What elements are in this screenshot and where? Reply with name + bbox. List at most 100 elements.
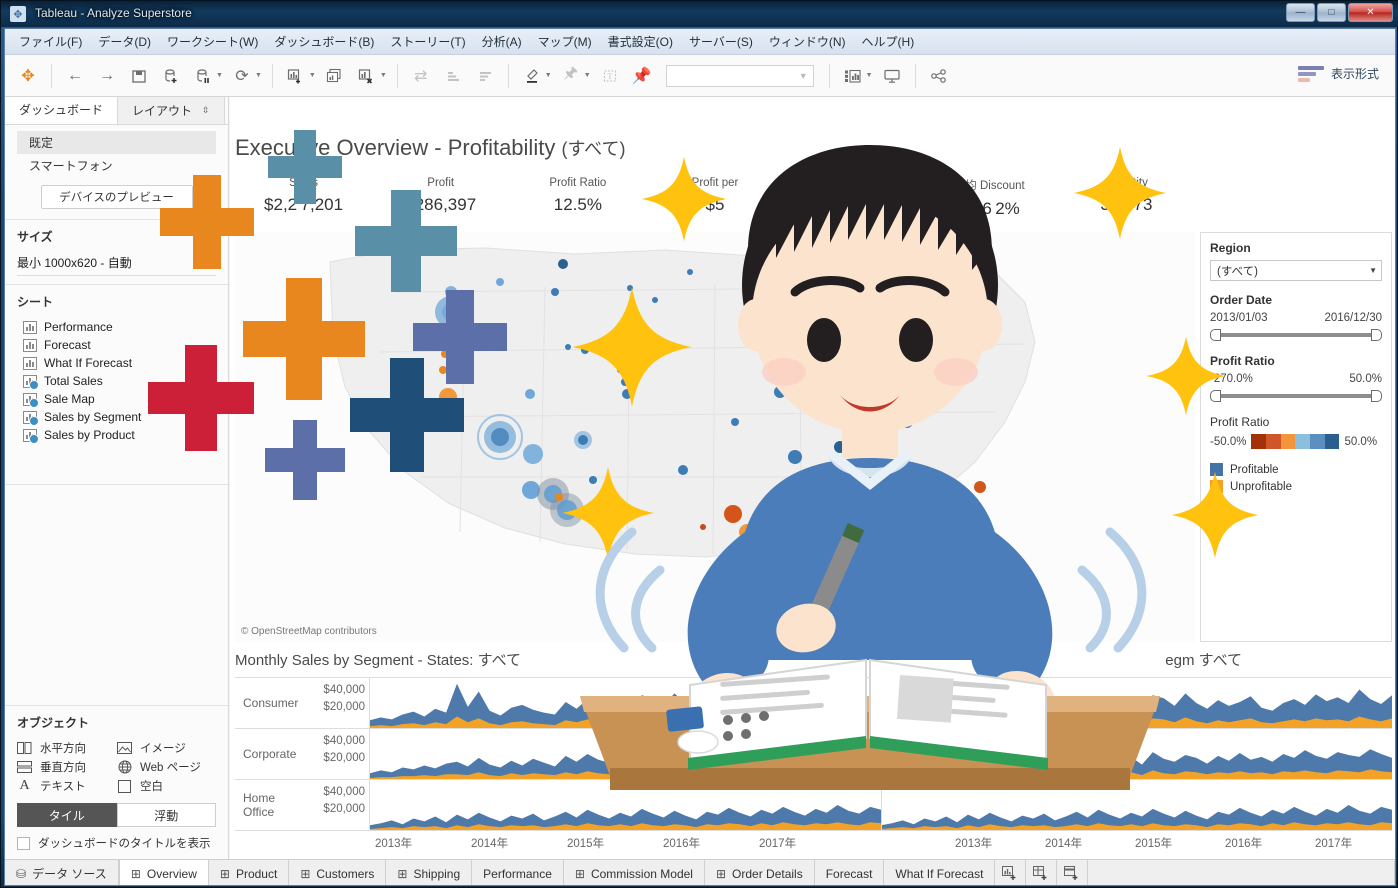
refresh-chevron-down-icon[interactable]: ▼ bbox=[255, 72, 262, 79]
fix-axes-icon[interactable]: 📌 bbox=[629, 63, 655, 89]
swap-axes-icon[interactable]: ⇄ bbox=[408, 63, 434, 89]
slider-handle-right[interactable] bbox=[1371, 329, 1382, 341]
segment-plot[interactable] bbox=[370, 678, 1392, 728]
clear-sheet-chevron-down-icon[interactable]: ▼ bbox=[380, 72, 387, 79]
menu-analysis[interactable]: 分析(A) bbox=[474, 29, 530, 54]
new-dashboard-button[interactable] bbox=[1026, 860, 1058, 885]
device-row-default[interactable]: 既定 bbox=[17, 131, 216, 154]
mode-floating-button[interactable]: 浮動 bbox=[116, 803, 216, 827]
profit-ratio-color-legend[interactable]: -50.0% 50.0% bbox=[1210, 434, 1382, 449]
tab-performance[interactable]: Performance bbox=[472, 860, 564, 885]
menu-map[interactable]: マップ(M) bbox=[530, 29, 600, 54]
show-dashboard-title-checkbox[interactable] bbox=[17, 836, 30, 850]
legend-profitable[interactable]: Profitable bbox=[1210, 463, 1382, 476]
tab-order-details[interactable]: ⊞ Order Details bbox=[704, 860, 815, 885]
text-label-icon[interactable]: T bbox=[597, 63, 623, 89]
tab-customers[interactable]: ⊞ Customers bbox=[289, 860, 387, 885]
menu-worksheet[interactable]: ワークシート(W) bbox=[159, 29, 266, 54]
menu-format[interactable]: 書式設定(O) bbox=[600, 29, 681, 54]
tab-data-source[interactable]: ⛁ データ ソース bbox=[5, 860, 120, 885]
attachment-chevron-down-icon[interactable]: ▼ bbox=[584, 72, 591, 79]
presentation-mode-icon[interactable] bbox=[879, 63, 905, 89]
region-filter-select[interactable]: (すべて) ▼ bbox=[1210, 260, 1382, 281]
segment-plot[interactable] bbox=[370, 780, 1392, 830]
slider-handle-left[interactable] bbox=[1210, 390, 1221, 402]
sort-ascending-icon[interactable] bbox=[440, 63, 466, 89]
zoom-combo[interactable]: ▼ bbox=[665, 64, 814, 87]
tab-shipping[interactable]: ⊞ Shipping bbox=[386, 860, 473, 885]
object-text[interactable]: A テキスト bbox=[17, 778, 117, 794]
object-image[interactable]: イメージ bbox=[117, 740, 217, 756]
forward-icon[interactable]: → bbox=[94, 63, 120, 89]
segment-plot[interactable] bbox=[370, 729, 1392, 779]
menu-story[interactable]: ストーリー(T) bbox=[382, 29, 473, 54]
object-webpage[interactable]: Web ページ bbox=[117, 759, 217, 775]
kpi-avg-discount[interactable]: 平均 Discount 15.6 2% bbox=[921, 177, 1058, 229]
close-button[interactable]: ✕ bbox=[1348, 3, 1393, 22]
tab-dashboard[interactable]: ダッシュボード bbox=[5, 97, 118, 124]
show-dashboard-title-row[interactable]: ダッシュボードのタイトルを表示 bbox=[17, 835, 216, 851]
clear-sheet-icon[interactable] bbox=[354, 63, 380, 89]
tab-layout[interactable]: レイアウト ⇳ bbox=[117, 97, 225, 124]
tableau-home-icon[interactable]: ✥ bbox=[15, 63, 41, 89]
device-preview-button[interactable]: デバイスのプレビュー bbox=[40, 185, 193, 209]
device-row-phone[interactable]: スマートフォン bbox=[17, 154, 216, 177]
show-me-button[interactable]: 表示形式 bbox=[1297, 65, 1379, 82]
new-worksheet-icon[interactable] bbox=[283, 63, 309, 89]
highlight-chevron-down-icon[interactable]: ▼ bbox=[545, 72, 552, 79]
sheet-item-sales-by-segment[interactable]: Sales by Segment bbox=[17, 408, 216, 426]
save-icon[interactable] bbox=[126, 63, 152, 89]
sheet-item-total-sales[interactable]: Total Sales bbox=[17, 372, 216, 390]
tab-forecast[interactable]: Forecast bbox=[814, 860, 885, 885]
mode-tiled-button[interactable]: タイル bbox=[17, 803, 117, 827]
size-value[interactable]: 最小 1000x620 - 自動 bbox=[17, 250, 216, 276]
object-blank[interactable]: 空白 bbox=[117, 778, 217, 794]
legend-unprofitable[interactable]: Unprofitable bbox=[1210, 480, 1382, 493]
minimize-button[interactable]: — bbox=[1286, 3, 1315, 22]
order-date-slider[interactable] bbox=[1210, 328, 1382, 342]
slider-handle-right[interactable] bbox=[1371, 390, 1382, 402]
sheet-item-forecast[interactable]: Forecast bbox=[17, 336, 216, 354]
duplicate-sheet-icon[interactable] bbox=[322, 63, 348, 89]
menu-server[interactable]: サーバー(S) bbox=[681, 29, 761, 54]
menu-help[interactable]: ヘルプ(H) bbox=[854, 29, 923, 54]
back-icon[interactable]: ← bbox=[62, 63, 88, 89]
tab-product[interactable]: ⊞ Product bbox=[208, 860, 290, 885]
kpi-profit-ratio[interactable]: Profit Ratio 12.5% bbox=[509, 177, 646, 229]
refresh-icon[interactable]: ⟳ bbox=[229, 63, 255, 89]
attachment-icon[interactable]: 🖈 bbox=[558, 63, 584, 89]
tab-what-if-forecast[interactable]: What If Forecast bbox=[884, 860, 996, 885]
slider-handle-left[interactable] bbox=[1210, 329, 1221, 341]
sort-descending-icon[interactable] bbox=[472, 63, 498, 89]
menu-file[interactable]: ファイル(F) bbox=[11, 29, 90, 54]
pause-data-chevron-down-icon[interactable]: ▼ bbox=[216, 72, 223, 79]
kpi-customer[interactable]: tomer bbox=[784, 177, 921, 229]
add-data-source-icon[interactable] bbox=[158, 63, 184, 89]
kpi-profit[interactable]: Profit $286,397 bbox=[372, 177, 509, 229]
new-worksheet-button[interactable] bbox=[995, 860, 1027, 885]
tab-overview[interactable]: ⊞ Overview bbox=[119, 860, 209, 885]
maximize-button[interactable]: □ bbox=[1317, 3, 1346, 22]
object-horizontal[interactable]: 水平方向 bbox=[17, 740, 117, 756]
kpi-sales[interactable]: Sales $2,2 7,201 bbox=[235, 177, 372, 229]
object-vertical[interactable]: 垂直方向 bbox=[17, 759, 117, 775]
highlight-icon[interactable] bbox=[519, 63, 545, 89]
sales-map[interactable]: © OpenStreetMap contributors bbox=[235, 232, 1195, 642]
kpi-quantity[interactable]: Quantity 37,873 bbox=[1058, 177, 1195, 229]
kpi-profit-per-customer[interactable]: Profit per $5 bbox=[646, 177, 783, 229]
show-hide-cards-icon[interactable] bbox=[840, 63, 866, 89]
new-worksheet-chevron-down-icon[interactable]: ▼ bbox=[309, 72, 316, 79]
window-titlebar[interactable]: ✥ Tableau - Analyze Superstore — □ ✕ bbox=[1, 1, 1398, 27]
profit-ratio-slider[interactable] bbox=[1210, 389, 1382, 403]
sheet-item-sale-map[interactable]: Sale Map bbox=[17, 390, 216, 408]
pause-data-icon[interactable] bbox=[190, 63, 216, 89]
sheet-item-what-if-forecast[interactable]: What If Forecast bbox=[17, 354, 216, 372]
sheet-item-performance[interactable]: Performance bbox=[17, 318, 216, 336]
share-icon[interactable] bbox=[926, 63, 952, 89]
menu-data[interactable]: データ(D) bbox=[90, 29, 159, 54]
sheet-item-sales-by-product[interactable]: Sales by Product bbox=[17, 426, 216, 444]
menu-window[interactable]: ウィンドウ(N) bbox=[761, 29, 854, 54]
show-hide-cards-chevron-down-icon[interactable]: ▼ bbox=[866, 72, 873, 79]
menu-dashboard[interactable]: ダッシュボード(B) bbox=[266, 29, 382, 54]
new-story-button[interactable] bbox=[1057, 860, 1089, 885]
